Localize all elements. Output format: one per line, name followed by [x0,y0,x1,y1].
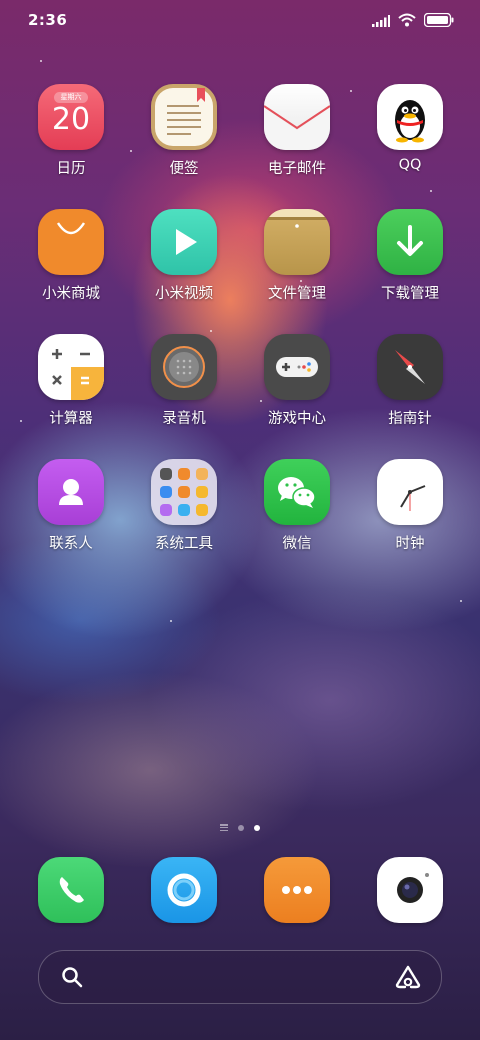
messages-icon [151,857,217,923]
page-dot-active [254,824,260,831]
wechat-icon [264,459,330,525]
app-label: 日历 [56,161,86,177]
dock-phone[interactable] [21,857,121,923]
app-label: 时钟 [395,536,425,552]
calculator-icon [38,334,104,400]
app-wechat[interactable]: 微信 [247,459,347,553]
contact-person-icon [38,459,104,525]
app-mi-video[interactable]: 小米视频 [134,209,234,303]
app-label: 便签 [169,161,199,177]
app-clock[interactable]: 时钟 [360,459,460,553]
app-contacts[interactable]: 联系人 [21,459,121,553]
app-compass[interactable]: 指南针 [360,334,460,428]
notes-icon [151,84,217,150]
recorder-icon [151,334,217,400]
compass-icon [377,334,443,400]
shopping-bag-icon [38,209,104,275]
app-notes[interactable]: 便签 [134,84,234,178]
app-calculator[interactable]: 计算器 [21,334,121,428]
app-label: 录音机 [162,411,206,427]
app-label: 指南针 [388,411,432,427]
mail-icon [264,84,330,150]
app-label: 小米视频 [155,286,213,302]
wifi-icon [398,12,416,31]
app-label: 游戏中心 [268,411,326,427]
page-indicator [0,824,480,831]
app-label: 小米商城 [42,286,100,302]
app-label: 下载管理 [381,286,439,302]
app-label: 电子邮件 [268,161,326,177]
app-file-manager[interactable]: 文件管理 [247,209,347,303]
more-dots-icon [264,857,330,923]
battery-icon [423,12,454,31]
status-time: 2:36 [28,11,68,29]
app-mi-store[interactable]: 小米商城 [21,209,121,303]
phone-icon [38,857,104,923]
dock-more[interactable] [247,857,347,923]
app-label: 联系人 [49,536,93,552]
app-qq[interactable]: QQ [360,84,460,173]
assistant-a-icon[interactable] [395,965,421,993]
gamepad-icon [264,334,330,400]
clock-icon [377,459,443,525]
app-email[interactable]: 电子邮件 [247,84,347,178]
status-bar: 2:36 [0,0,480,40]
app-system-tools-folder[interactable]: 系统工具 [134,459,234,553]
folder-icon [264,209,330,275]
app-recorder[interactable]: 录音机 [134,334,234,428]
app-label: QQ [398,157,422,173]
app-label: 微信 [282,536,312,552]
search-bar[interactable] [38,950,442,1004]
dock-messages[interactable] [134,857,234,923]
download-arrow-icon [377,209,443,275]
page-indicator-menu-icon [220,824,228,831]
page-dot [238,824,244,831]
search-icon [61,966,83,992]
app-label: 文件管理 [268,286,326,302]
camera-icon [377,857,443,923]
dock-camera[interactable] [360,857,460,923]
app-calendar[interactable]: 星期六 20 日历 [21,84,121,178]
play-icon [151,209,217,275]
calendar-day: 20 [51,102,91,137]
calendar-icon: 星期六 20 [38,84,104,150]
app-label: 系统工具 [155,536,213,552]
signal-icon [372,12,390,31]
app-label: 计算器 [49,411,93,427]
folder-apps-icon [151,459,217,525]
app-download-manager[interactable]: 下载管理 [360,209,460,303]
qq-penguin-icon [377,84,443,150]
app-game-center[interactable]: 游戏中心 [247,334,347,428]
